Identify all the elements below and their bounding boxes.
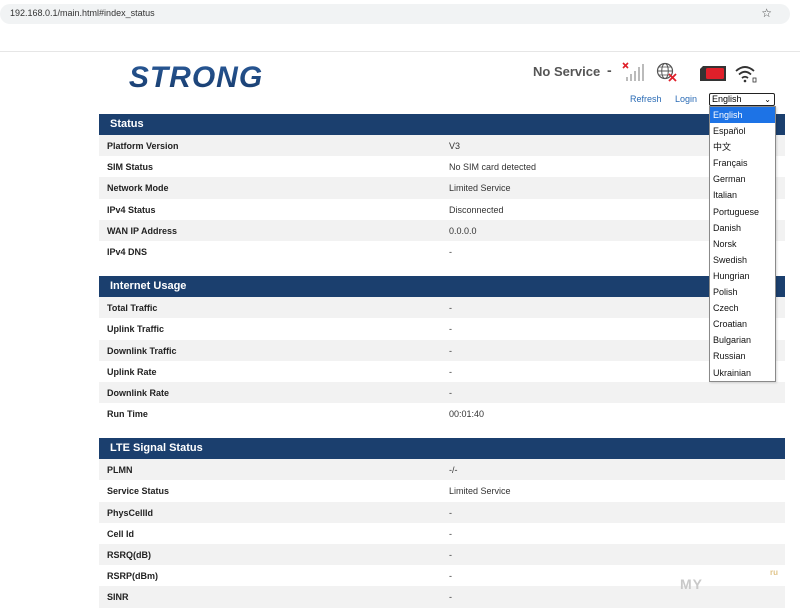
row-label: RSRP(dBm) xyxy=(107,571,158,582)
row-label: Uplink Rate xyxy=(107,366,157,377)
table-row: SIM Status No SIM card detected xyxy=(99,156,785,177)
row-label: Network Mode xyxy=(107,183,169,194)
chevron-down-icon: ⌄ xyxy=(764,95,771,104)
language-option-danish[interactable]: Danish xyxy=(710,220,775,236)
watermark-logo: MY xyxy=(680,576,703,592)
row-value: - xyxy=(449,366,452,377)
row-label: Platform Version xyxy=(107,141,179,151)
language-option-czech[interactable]: Czech xyxy=(710,300,775,316)
table-row: Downlink Traffic - xyxy=(99,339,785,361)
section-header-lte-signal: LTE Signal Status xyxy=(99,438,785,460)
row-label: PLMN xyxy=(107,465,133,476)
language-option-italian[interactable]: Italian xyxy=(710,187,775,203)
address-bar[interactable]: 192.168.0.1/main.html#index_status ☆ xyxy=(0,4,790,24)
language-option-swedish[interactable]: Swedish xyxy=(710,252,775,268)
row-label: Run Time xyxy=(107,409,148,420)
signal-strength-icon xyxy=(622,62,644,81)
language-option-espanol[interactable]: Español xyxy=(710,123,775,139)
row-value: 00:01:40 xyxy=(449,409,485,420)
table-row: Total Traffic - xyxy=(99,297,785,319)
row-value: 0.0.0.0 xyxy=(449,225,477,236)
row-value: - xyxy=(449,345,452,356)
row-label: IPv4 DNS xyxy=(107,246,148,257)
logo-text: STRONG xyxy=(129,61,263,94)
internet-disconnected-icon xyxy=(656,62,677,82)
watermark-small: ru xyxy=(770,568,778,577)
row-value: Limited Service xyxy=(449,183,511,194)
row-value: - xyxy=(449,528,452,539)
row-label: PhysCellId xyxy=(107,507,154,518)
row-value: - xyxy=(449,550,452,560)
language-select[interactable]: English ⌄ xyxy=(709,93,775,106)
language-option-russian[interactable]: Russian xyxy=(710,348,775,364)
table-row: Service Status Limited Service xyxy=(99,480,785,501)
language-option-german[interactable]: German xyxy=(710,171,775,187)
row-value: - xyxy=(449,246,452,257)
table-row: PLMN -/- xyxy=(99,459,785,481)
table-row: Platform Version V3 xyxy=(99,135,785,157)
table-row: RSRQ(dB) - xyxy=(99,544,785,566)
row-value: - xyxy=(449,507,452,518)
language-option-polish[interactable]: Polish xyxy=(710,284,775,300)
row-label: Total Traffic xyxy=(107,303,158,314)
language-option-francais[interactable]: Français xyxy=(710,155,775,171)
url-text: 192.168.0.1/main.html#index_status xyxy=(10,8,155,18)
table-row: Run Time 00:01:40 xyxy=(99,403,785,424)
refresh-link[interactable]: Refresh xyxy=(630,94,662,104)
table-row: Network Mode Limited Service xyxy=(99,177,785,199)
row-label: Service Status xyxy=(107,486,170,497)
language-option-norsk[interactable]: Norsk xyxy=(710,236,775,252)
row-value: - xyxy=(449,324,452,335)
row-label: IPv4 Status xyxy=(107,204,156,215)
language-option-hungrian[interactable]: Hungrian xyxy=(710,268,775,284)
table-row: Uplink Rate - xyxy=(99,361,785,382)
language-option-croatian[interactable]: Croatian xyxy=(710,316,775,332)
row-value: -/- xyxy=(449,465,458,476)
language-option-portuguese[interactable]: Portuguese xyxy=(710,204,775,220)
service-status-text: No Service xyxy=(533,64,601,79)
strong-logo: STRONG xyxy=(129,61,263,94)
language-select-value: English xyxy=(712,94,742,104)
row-value: No SIM card detected xyxy=(449,162,537,173)
table-row: Downlink Rate - xyxy=(99,381,785,404)
language-option-ukrainian[interactable]: Ukrainian xyxy=(710,365,775,381)
row-value: - xyxy=(449,303,452,314)
table-row: Cell Id - xyxy=(99,523,785,544)
row-label: Uplink Traffic xyxy=(107,324,165,335)
row-label: Downlink Rate xyxy=(107,387,170,398)
row-value: Disconnected xyxy=(449,204,504,215)
browser-toolbar: 192.168.0.1/main.html#index_status ☆ xyxy=(0,0,800,52)
row-label: SIM Status xyxy=(107,162,154,173)
row-label: Cell Id xyxy=(107,528,135,539)
language-option-chinese[interactable]: 中文 xyxy=(710,139,775,155)
status-content: Status Platform Version V3 SIM Status No S… xyxy=(99,114,785,608)
section-header-status: Status xyxy=(99,114,785,135)
table-row: Uplink Traffic - xyxy=(99,318,785,339)
row-value: - xyxy=(449,571,452,582)
row-label: WAN IP Address xyxy=(107,225,178,236)
wifi-icon xyxy=(735,66,757,83)
table-row: IPv4 DNS - xyxy=(99,241,785,262)
row-value: - xyxy=(449,387,452,398)
language-option-bulgarian[interactable]: Bulgarian xyxy=(710,332,775,348)
row-value: V3 xyxy=(449,141,461,151)
table-row: PhysCellId - xyxy=(99,501,785,523)
row-label: RSRQ(dB) xyxy=(107,550,151,560)
table-row: IPv4 Status Disconnected xyxy=(99,199,785,220)
sim-card-icon xyxy=(700,66,726,81)
table-row: WAN IP Address 0.0.0.0 xyxy=(99,219,785,241)
star-icon[interactable]: ☆ xyxy=(761,6,772,20)
language-option-english[interactable]: English xyxy=(710,107,775,124)
language-dropdown-list[interactable]: English Español 中文 Français German Itali… xyxy=(709,106,776,382)
login-link[interactable]: Login xyxy=(675,94,697,104)
status-separator: - xyxy=(607,62,612,78)
row-value: Limited Service xyxy=(449,486,511,497)
row-label: Downlink Traffic xyxy=(107,345,177,356)
section-header-internet-usage: Internet Usage xyxy=(99,276,785,298)
